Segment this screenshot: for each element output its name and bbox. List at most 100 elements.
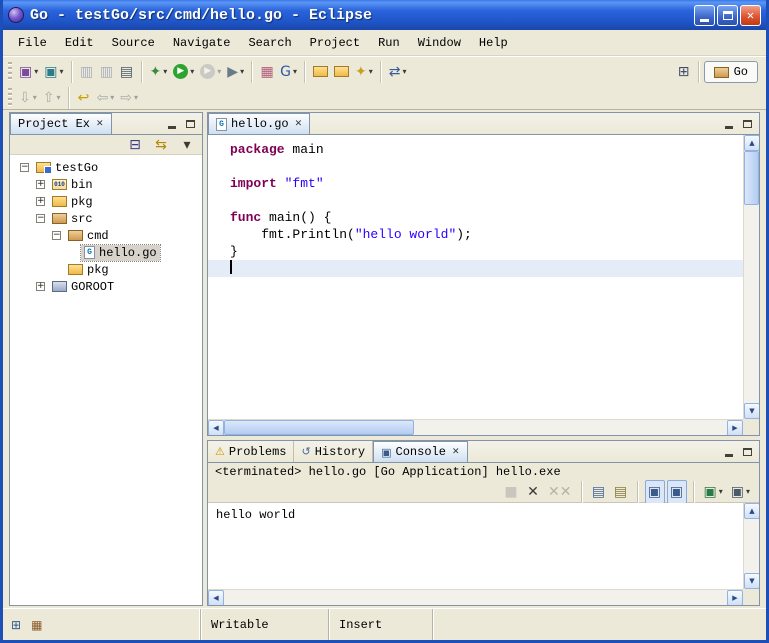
close-icon[interactable]: ✕	[295, 119, 303, 129]
dropdown-arrow-icon[interactable]: ▾	[240, 67, 244, 76]
tree-item-goroot[interactable]: + GOROOT	[10, 278, 202, 295]
new-go-element-button[interactable]: ▣▾	[41, 60, 66, 84]
scroll-right-icon[interactable]: ▶	[727, 590, 743, 605]
expand-toggle-icon[interactable]: +	[36, 197, 45, 206]
maximize-view-button[interactable]	[183, 117, 198, 131]
menu-help[interactable]: Help	[470, 33, 517, 53]
team-sync-button[interactable]: ⇄▾	[386, 60, 410, 84]
scrollbar-track[interactable]	[744, 519, 759, 573]
print-button[interactable]: ▤	[117, 60, 137, 84]
menu-search[interactable]: Search	[239, 33, 300, 53]
code-line[interactable]: func main() {	[208, 209, 743, 226]
open-file-button[interactable]	[331, 60, 352, 84]
scroll-up-icon[interactable]: ▲	[744, 503, 759, 519]
tree-item-testgo[interactable]: −testGo	[10, 159, 202, 176]
console-vertical-scrollbar[interactable]: ▲ ▼	[743, 503, 759, 589]
toolbar-gripper[interactable]	[8, 88, 12, 108]
go-perspective-button[interactable]: Go	[704, 61, 758, 83]
external-tools-button[interactable]: ▶▾	[224, 60, 247, 84]
terminate-button[interactable]: ■	[501, 480, 521, 504]
menu-run[interactable]: Run	[369, 33, 409, 53]
tree-item-hello-go[interactable]: hello.go	[10, 244, 202, 261]
code-line[interactable]	[208, 158, 743, 175]
maximize-view-button[interactable]	[740, 117, 755, 131]
expand-toggle-icon[interactable]: +	[36, 180, 45, 189]
code-area[interactable]: package mainimport "fmt"func main() { fm…	[208, 135, 743, 419]
scrollbar-track[interactable]	[414, 420, 727, 435]
menu-source[interactable]: Source	[103, 33, 164, 53]
titlebar[interactable]: Go - testGo/src/cmd/hello.go - Eclipse ✕	[3, 0, 766, 30]
next-annotation-button[interactable]: ⇩▾	[16, 86, 40, 110]
open-console-button[interactable]: ▣▾	[728, 480, 753, 504]
scroll-left-icon[interactable]: ◀	[208, 420, 224, 435]
run-button[interactable]: ▶▾	[170, 60, 197, 84]
dropdown-arrow-icon[interactable]: ▾	[163, 67, 167, 76]
tree-node[interactable]: pkg	[65, 262, 112, 278]
close-icon[interactable]: ✕	[96, 119, 104, 129]
console-horizontal-scrollbar[interactable]: ◀ ▶	[208, 589, 743, 605]
tree-node[interactable]: cmd	[65, 228, 112, 244]
open-perspective-button[interactable]: ⊞	[674, 60, 694, 84]
scroll-lock-button[interactable]: ▤	[611, 480, 631, 504]
scroll-down-icon[interactable]: ▼	[744, 403, 759, 419]
dropdown-arrow-icon[interactable]: ▾	[369, 67, 373, 76]
editor-horizontal-scrollbar[interactable]: ◀ ▶	[208, 419, 743, 435]
dropdown-arrow-icon[interactable]: ▾	[217, 67, 221, 76]
menu-file[interactable]: File	[9, 33, 56, 53]
search-button[interactable]: ✦▾	[352, 60, 376, 84]
scroll-left-icon[interactable]: ◀	[208, 590, 224, 605]
toolbar-gripper[interactable]	[8, 62, 12, 82]
scrollbar-track[interactable]	[744, 205, 759, 403]
open-resource-button[interactable]	[310, 60, 331, 84]
view-menu-button[interactable]: ▾	[177, 133, 197, 157]
show-console-on-output-button[interactable]: ▣	[645, 480, 665, 504]
tree-node[interactable]: GOROOT	[49, 279, 117, 295]
tree-item-pkg[interactable]: pkg	[10, 261, 202, 278]
minimize-view-button[interactable]	[164, 117, 179, 131]
code-line[interactable]: import "fmt"	[208, 175, 743, 192]
tab-hello-go[interactable]: hello.go ✕	[208, 113, 310, 134]
editor-vertical-scrollbar[interactable]: ▲ ▼	[743, 135, 759, 419]
menu-window[interactable]: Window	[409, 33, 470, 53]
dropdown-arrow-icon[interactable]: ▾	[59, 67, 63, 76]
previous-annotation-button[interactable]: ⇧▾	[40, 86, 64, 110]
fast-view-icon[interactable]: ⊞	[11, 618, 21, 632]
go-wizard-button[interactable]: G▾	[277, 60, 300, 84]
tree-node[interactable]: pkg	[49, 194, 96, 210]
dropdown-arrow-icon[interactable]: ▾	[110, 93, 114, 102]
tree-node[interactable]: src	[49, 211, 96, 227]
menu-edit[interactable]: Edit	[56, 33, 103, 53]
tree-node[interactable]: testGo	[33, 160, 101, 176]
tab-project-explorer[interactable]: Project Ex ✕	[10, 113, 112, 134]
dropdown-arrow-icon[interactable]: ▾	[746, 487, 750, 496]
scrollbar-thumb[interactable]	[224, 420, 414, 435]
save-all-button[interactable]: ▥	[97, 60, 117, 84]
expand-toggle-icon[interactable]: +	[36, 282, 45, 291]
pin-console-button[interactable]: ▣	[667, 480, 687, 504]
dropdown-arrow-icon[interactable]: ▾	[293, 67, 297, 76]
menu-navigate[interactable]: Navigate	[164, 33, 240, 53]
close-button[interactable]: ✕	[740, 5, 761, 26]
minimize-view-button[interactable]	[721, 117, 736, 131]
go-builder-status-icon[interactable]: ▦	[31, 618, 42, 632]
scroll-up-icon[interactable]: ▲	[744, 135, 759, 151]
console-output-area[interactable]: hello world ▲ ▼ ◀ ▶	[208, 503, 759, 605]
maximize-button[interactable]	[717, 5, 738, 26]
maximize-view-button[interactable]	[740, 445, 755, 459]
tree-item-bin[interactable]: +bin	[10, 176, 202, 193]
run-last-button[interactable]: ▶▾	[197, 60, 224, 84]
code-line[interactable]: fmt.Println("hello world");	[208, 226, 743, 243]
collapse-toggle-icon[interactable]: −	[52, 231, 61, 240]
collapse-toggle-icon[interactable]: −	[36, 214, 45, 223]
scroll-down-icon[interactable]: ▼	[744, 573, 759, 589]
remove-launch-button[interactable]: ✕	[523, 480, 543, 504]
back-button[interactable]: ⇦▾	[94, 86, 118, 110]
forward-button[interactable]: ⇨▾	[117, 86, 141, 110]
code-line[interactable]	[208, 192, 743, 209]
dropdown-arrow-icon[interactable]: ▾	[719, 487, 723, 496]
last-edit-location-button[interactable]: ↩	[74, 86, 94, 110]
link-with-editor-button[interactable]: ⇆	[151, 133, 171, 157]
collapse-all-button[interactable]: ⊟	[125, 133, 145, 157]
menu-project[interactable]: Project	[301, 33, 369, 53]
dropdown-arrow-icon[interactable]: ▾	[190, 67, 194, 76]
